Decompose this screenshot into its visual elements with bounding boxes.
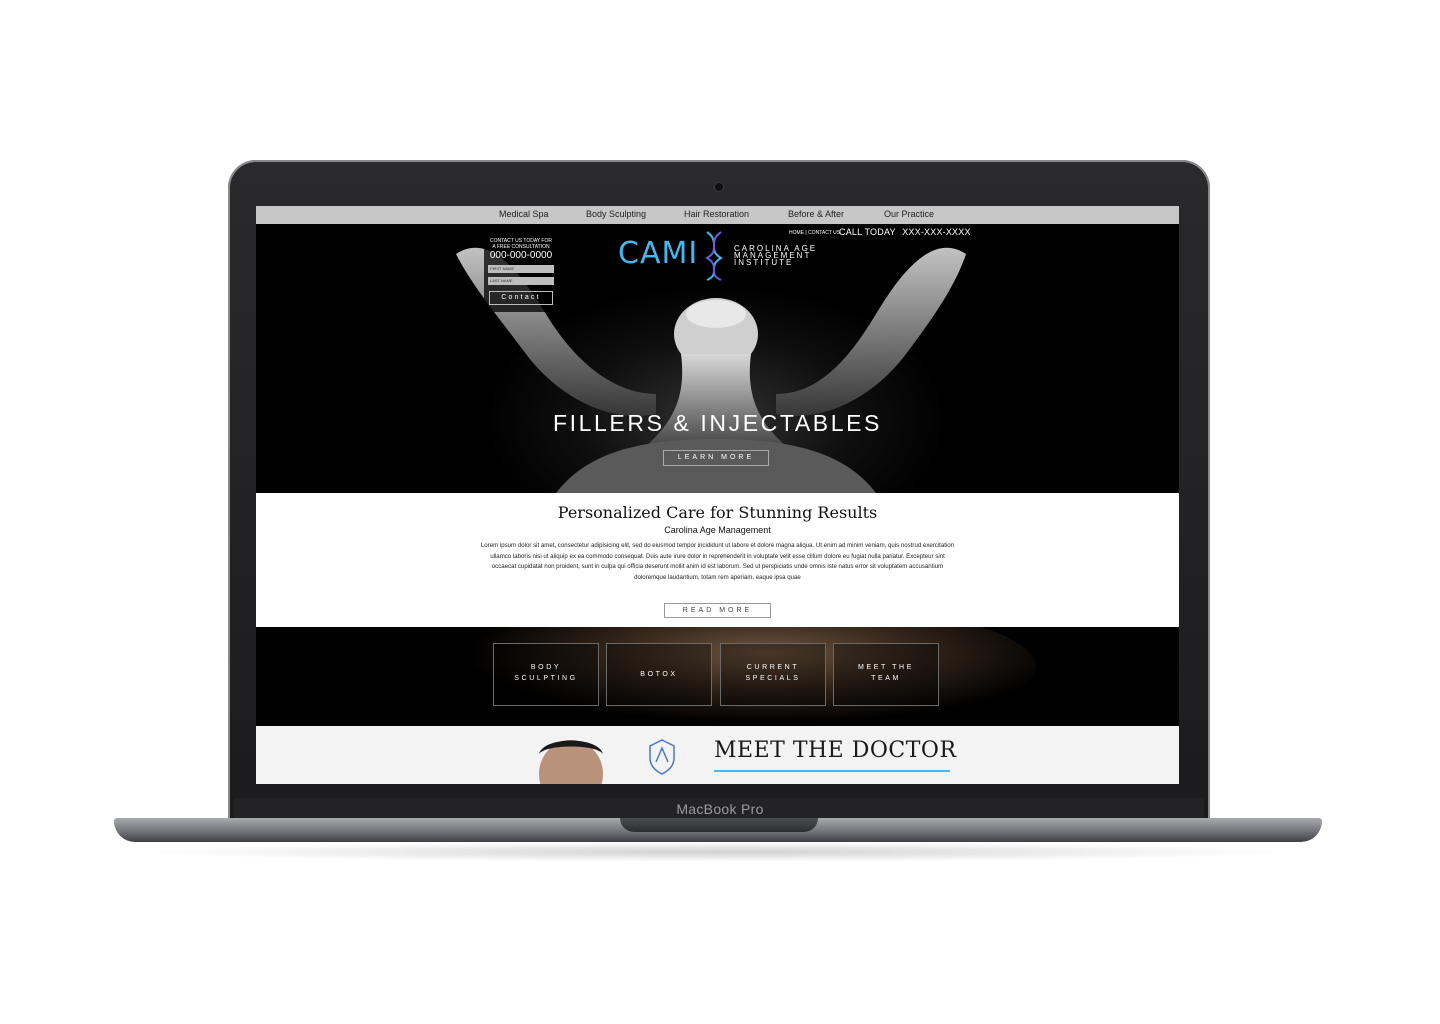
first-name-field[interactable]: FIRST NAME [488, 265, 554, 273]
laptop-notch [620, 818, 818, 832]
logo-subtitle: CAROLINA AGE MANAGEMENT INSTITUTE [734, 245, 817, 267]
nav-item-medical-spa[interactable]: Medical Spa [499, 209, 549, 219]
tile-line: MEET THE [858, 664, 914, 671]
logo-mark: CAMI [618, 236, 699, 271]
consult-form: CONTACT US TODAY FOR A FREE CONSULTATION… [484, 236, 558, 312]
tile-body-sculpting[interactable]: BODY SCULPTING [493, 643, 599, 706]
call-today: CALL TODAY XXX-XXX-XXXX [839, 227, 971, 237]
care-section: Personalized Care for Stunning Results C… [256, 493, 1179, 627]
doctor-title-underline [714, 770, 950, 772]
tile-line: SPECIALS [745, 675, 801, 682]
tile-line: BODY [530, 664, 562, 671]
laptop-shadow [140, 842, 1296, 862]
tile-line: BOTOX [640, 671, 678, 678]
learn-more-button[interactable]: LEARN MORE [663, 450, 769, 466]
meet-the-doctor-section: MEET THE DOCTOR [256, 726, 1179, 784]
hero-title: FILLERS & INJECTABLES [553, 410, 882, 436]
browser-screen: Medical Spa Body Sculpting Hair Restorat… [256, 206, 1179, 784]
tile-meet-the-team[interactable]: MEET THE TEAM [833, 643, 939, 706]
tile-current-specials[interactable]: CURRENT SPECIALS [720, 643, 826, 706]
last-name-field[interactable]: LAST NAME [488, 277, 554, 285]
services-tiles-section: BODY SCULPTING BOTOX CURRENT SPECIALS ME… [256, 627, 1179, 726]
call-label: CALL TODAY [839, 227, 896, 237]
main-nav: Medical Spa Body Sculpting Hair Restorat… [256, 206, 1179, 224]
tile-botox[interactable]: BOTOX [606, 643, 712, 706]
consult-phone[interactable]: 000-000-0000 [484, 250, 558, 261]
dna-helix-icon [704, 231, 724, 281]
care-body-text: Lorem ipsum dolor sit amet, consectetur … [480, 542, 955, 581]
hero-section: HOME | CONTACT US CALL TODAY XXX-XXX-XXX… [256, 224, 1179, 493]
nav-item-hair-restoration[interactable]: Hair Restoration [684, 209, 749, 219]
care-subtitle: Carolina Age Management [664, 525, 771, 535]
logo-line-3: INSTITUTE [734, 258, 794, 267]
doctor-photo [539, 740, 603, 784]
camera-icon [714, 182, 724, 192]
top-links[interactable]: HOME | CONTACT US [789, 230, 840, 236]
nav-item-body-sculpting[interactable]: Body Sculpting [586, 209, 646, 219]
care-title: Personalized Care for Stunning Results [557, 503, 878, 522]
aoa-logo-icon [649, 739, 675, 775]
contact-button[interactable]: Contact [489, 291, 553, 305]
device-brand-label: MacBook Pro [676, 801, 764, 817]
meet-the-doctor-title: MEET THE DOCTOR [714, 738, 957, 763]
tile-line: CURRENT [746, 664, 800, 671]
tiles-background-image [256, 627, 1179, 726]
tile-line: SCULPTING [514, 675, 578, 682]
call-number[interactable]: XXX-XXX-XXXX [902, 227, 970, 237]
nav-item-our-practice[interactable]: Our Practice [884, 209, 934, 219]
read-more-button[interactable]: READ MORE [664, 603, 771, 618]
nav-item-before-after[interactable]: Before & After [788, 209, 844, 219]
tile-line: TEAM [871, 675, 901, 682]
